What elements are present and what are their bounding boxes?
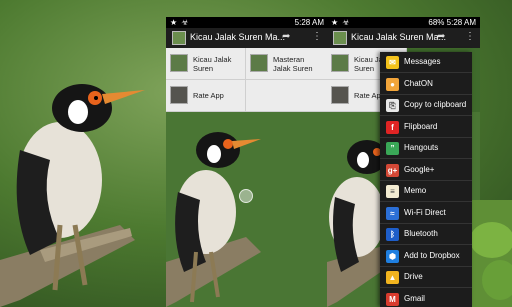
share-menu-item-label: Flipboard [404, 121, 438, 131]
share-menu-item-messages[interactable]: ✉ Messages [380, 52, 472, 73]
bird-photo [166, 112, 328, 307]
share-menu-item-label: Drive [404, 272, 423, 281]
share-menu-item-clipboard[interactable]: ⎘ Copy to clipboard [380, 95, 472, 116]
status-time: 68% 5:28 AM [428, 17, 476, 28]
share-menu-item-label: Add to Dropbox [404, 250, 460, 260]
share-menu-item-hangouts[interactable]: ” Hangouts [380, 138, 472, 159]
share-icon[interactable]: ➦ [437, 31, 445, 42]
bird-thumbnail-icon [250, 54, 268, 72]
status-icons-left: ★ ☣ [331, 18, 351, 27]
overflow-menu-icon[interactable]: ⋮ [312, 31, 322, 42]
share-menu-item-label: Copy to clipboard [404, 100, 467, 109]
share-menu-item-dropbox[interactable]: ⬢ Add to Dropbox [380, 246, 472, 267]
app-icon [172, 31, 186, 45]
grid-empty-cell [246, 80, 328, 112]
share-menu-item-gmail[interactable]: M Gmail [380, 289, 472, 307]
status-icons-left: ★ ☣ [170, 18, 190, 27]
status-time-value: 5:28 AM [446, 18, 476, 27]
dropbox-icon: ⬢ [386, 249, 399, 263]
share-menu-item-flipboard[interactable]: f Flipboard [380, 117, 472, 138]
grid-item-label: Kicau Jalak Suren [193, 55, 232, 73]
clipboard-icon: ⎘ [386, 99, 399, 112]
grid-item-label: Masteran Jalak Suren [273, 55, 313, 73]
status-bar: ★ ☣ 5:28 AM [166, 17, 328, 28]
foliage-photo [472, 200, 512, 307]
action-bar: Kicau Jalak Suren Ma... ➦ ⋮ [327, 28, 480, 48]
grid-item-rate-app[interactable]: Rate App [166, 80, 246, 112]
action-bar: Kicau Jalak Suren Ma... ➦ ⋮ [166, 28, 328, 48]
bird-thumbnail-icon [170, 54, 188, 72]
share-menu-item-memo[interactable]: ≡ Memo [380, 181, 472, 202]
flipboard-icon: f [386, 120, 399, 134]
messages-icon: ✉ [386, 56, 399, 69]
status-bar: ★ ☣ 68% 5:28 AM [327, 17, 480, 28]
grid-item-masteran[interactable]: Masteran Jalak Suren [246, 48, 328, 80]
overflow-menu-icon[interactable]: ⋮ [465, 31, 475, 42]
wifi-direct-icon: ≈ [386, 206, 399, 220]
gmail-icon: M [386, 292, 399, 306]
share-menu-item-bluetooth[interactable]: ᛒ Bluetooth [380, 224, 472, 245]
share-menu-item-drive[interactable]: ▲ Drive [380, 267, 472, 288]
bluetooth-icon: ᛒ [386, 228, 399, 241]
bird-thumbnail-icon [331, 54, 349, 72]
app-icon [333, 31, 347, 45]
battery-percentage: 68% [428, 18, 445, 27]
share-menu-item-label: Messages [404, 57, 441, 66]
share-menu-item-label: Memo [404, 186, 427, 195]
drive-icon: ▲ [386, 271, 399, 284]
chaton-icon: ● [386, 77, 399, 91]
share-menu-item-wifi-direct[interactable]: ≈ Wi-Fi Direct [380, 203, 472, 224]
rate-app-icon [331, 86, 349, 104]
share-menu-item-label: Hangouts [404, 143, 439, 152]
rate-app-icon [170, 86, 188, 104]
hangouts-icon: ” [386, 142, 399, 155]
share-icon[interactable]: ➦ [282, 31, 290, 42]
grid-item-kicau[interactable]: Kicau Jalak Suren [166, 48, 246, 80]
memo-icon: ≡ [386, 185, 399, 198]
app-title: Kicau Jalak Suren Ma... [351, 32, 447, 42]
share-menu-item-label: Wi-Fi Direct [404, 207, 446, 217]
share-menu-item-label: Google+ [404, 164, 435, 174]
share-menu-item-label: Gmail [404, 293, 425, 303]
share-menu-item-label: Bluetooth [404, 229, 438, 238]
share-menu: ✉ Messages ● ChatON ⎘ Copy to clipboard f Flipb… [380, 52, 472, 307]
grid-item-label: Rate App [193, 91, 224, 100]
share-menu-item-chaton[interactable]: ● ChatON [380, 74, 472, 95]
phone-screen-1: ★ ☣ 5:28 AM Kicau Jalak Suren Ma... ➦ ⋮ … [166, 17, 328, 307]
googleplus-icon: g+ [386, 163, 399, 177]
share-menu-item-label: ChatON [404, 78, 433, 88]
status-time: 5:28 AM [294, 18, 324, 27]
share-menu-item-googleplus[interactable]: g+ Google+ [380, 160, 472, 181]
touch-indicator [239, 189, 253, 203]
